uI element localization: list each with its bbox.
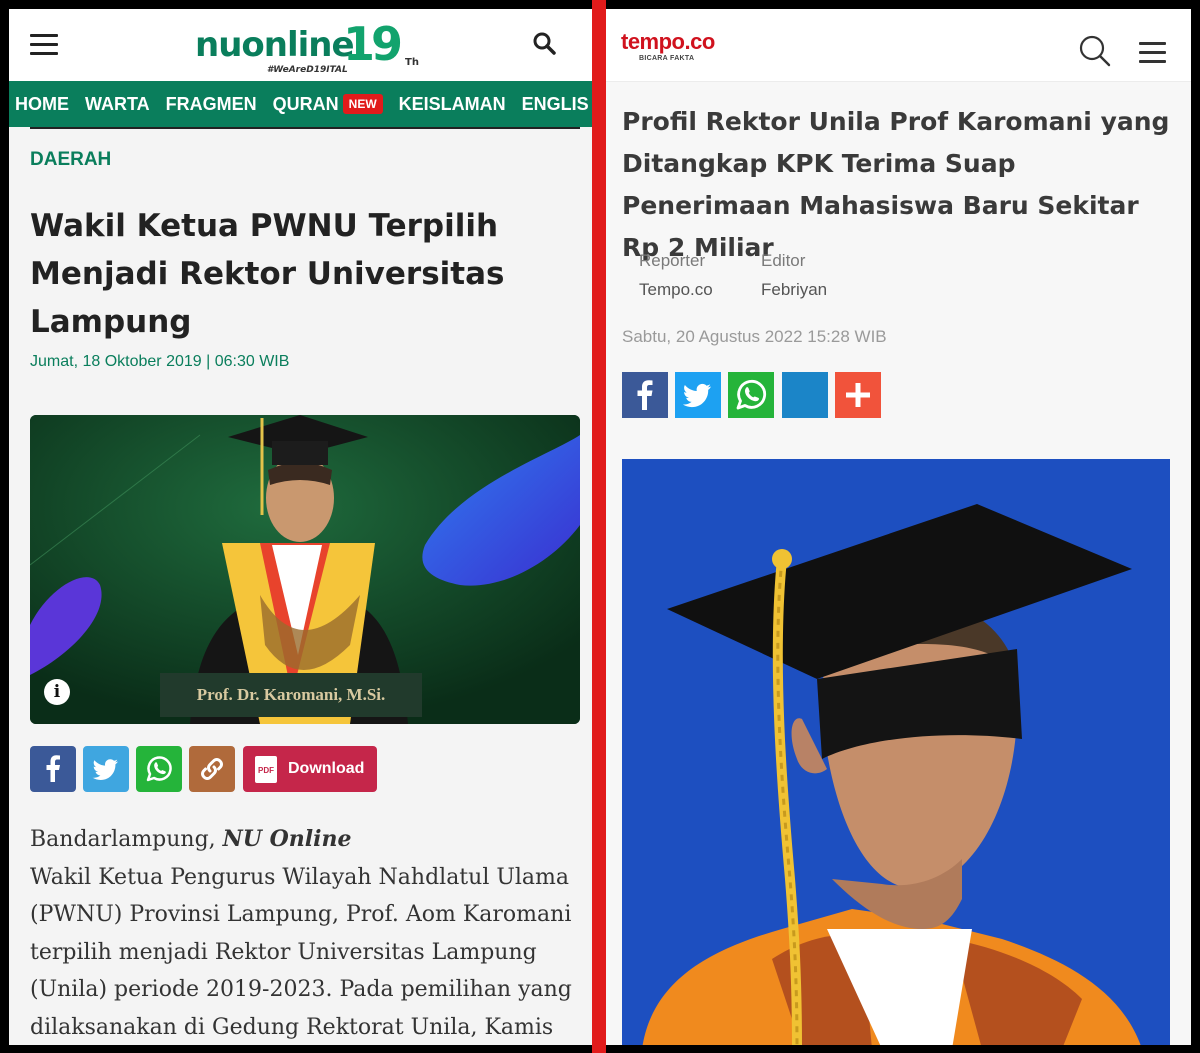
download-pdf-button[interactable]: PDF Download	[243, 746, 377, 792]
pdf-icon: PDF	[255, 756, 277, 783]
whatsapp-icon	[736, 380, 766, 410]
nav-item-quran-label: QURAN	[272, 94, 339, 114]
tempo-panel: tempo.co BICARA FAKTA Profil Rektor Unil…	[606, 9, 1191, 1045]
twitter-icon	[92, 759, 118, 780]
copy-link-button[interactable]	[189, 746, 235, 792]
search-icon[interactable]	[532, 31, 556, 55]
nuonline-panel: nuonline 19 Th #WeAreD19ITAL HOME WARTA FR…	[9, 9, 592, 1045]
tempo-logo[interactable]: tempo.co	[621, 29, 715, 55]
article-date: Sabtu, 20 Agustus 2022 15:28 WIB	[622, 327, 887, 346]
more-share-button[interactable]	[835, 372, 881, 418]
article-photo: Prof. Dr. Karomani, M.Si. i	[30, 415, 580, 724]
nav-item-home[interactable]: HOME	[15, 81, 69, 127]
facebook-share-button[interactable]	[30, 746, 76, 792]
article-body: Bandarlampung, NU Online Wakil Ketua Pen…	[30, 821, 580, 1045]
twitter-share-button[interactable]	[675, 372, 721, 418]
nav-item-keislaman[interactable]: KEISLAMAN	[399, 81, 506, 127]
share-button[interactable]	[782, 372, 828, 418]
nav-item-english[interactable]: ENGLIS	[522, 81, 589, 127]
tempo-tagline: BICARA FAKTA	[639, 55, 695, 62]
menu-icon[interactable]	[30, 34, 58, 56]
article-title: Profil Rektor Unila Prof Karomani yang D…	[622, 107, 1170, 262]
nav-item-warta[interactable]: WARTA	[85, 81, 150, 127]
body-text: Wakil Ketua Pengurus Wilayah Nahdlatul U…	[30, 864, 572, 1040]
logo-wordmark: nuonline	[195, 25, 355, 65]
plus-icon	[846, 383, 870, 407]
logo-suffix: Th	[405, 57, 419, 68]
tempo-header: tempo.co BICARA FAKTA	[606, 9, 1191, 82]
download-label: Download	[288, 760, 365, 777]
whatsapp-icon	[146, 756, 172, 782]
twitter-share-button[interactable]	[83, 746, 129, 792]
link-icon	[201, 758, 223, 780]
whatsapp-share-button[interactable]	[728, 372, 774, 418]
nuonline-logo[interactable]: nuonline 19 Th #WeAreD19ITAL	[195, 17, 435, 79]
photo-illustration	[622, 459, 1170, 1045]
nuonline-nav: HOME WARTA FRAGMEN QURAN NEW KEISLAMAN ENGLIS	[9, 81, 592, 127]
whatsapp-share-button[interactable]	[136, 746, 182, 792]
twitter-icon	[682, 383, 711, 408]
nav-item-fragmen[interactable]: FRAGMEN	[166, 81, 257, 127]
body-source: NU Online	[222, 826, 352, 852]
logo-anniversary: 19	[343, 17, 403, 71]
editor-label: Editor	[761, 251, 806, 270]
nav-item-quran[interactable]: QURAN NEW	[273, 81, 383, 127]
article-date: Jumat, 18 Oktober 2019	[30, 353, 202, 370]
reporter-name[interactable]: Tempo.co	[639, 280, 713, 300]
info-icon[interactable]: i	[44, 679, 70, 705]
article-category[interactable]: DAERAH	[30, 149, 111, 171]
article-photo	[622, 459, 1170, 1045]
facebook-icon	[637, 380, 653, 410]
body-place: Bandarlampung,	[30, 827, 223, 852]
panel-divider	[592, 0, 606, 1053]
article-dateline: Jumat, 18 Oktober 2019 | 06:30 WIB	[30, 353, 290, 370]
facebook-icon	[46, 755, 60, 782]
reporter-label: Reporter	[639, 251, 706, 270]
nav-divider	[30, 127, 580, 129]
facebook-share-button[interactable]	[622, 372, 668, 418]
menu-icon[interactable]	[1139, 42, 1166, 64]
nuonline-header: nuonline 19 Th #WeAreD19ITAL	[9, 9, 592, 81]
photo-caption-plate: Prof. Dr. Karomani, M.Si.	[160, 673, 422, 717]
editor-name[interactable]: Febriyan	[761, 280, 827, 300]
article-title: Wakil Ketua PWNU Terpilih Menjadi Rektor…	[30, 208, 505, 340]
new-badge: NEW	[342, 94, 383, 114]
article-time: 06:30 WIB	[214, 353, 290, 370]
search-icon[interactable]	[1079, 35, 1111, 67]
logo-tagline: #WeAreD19ITAL	[267, 65, 348, 75]
